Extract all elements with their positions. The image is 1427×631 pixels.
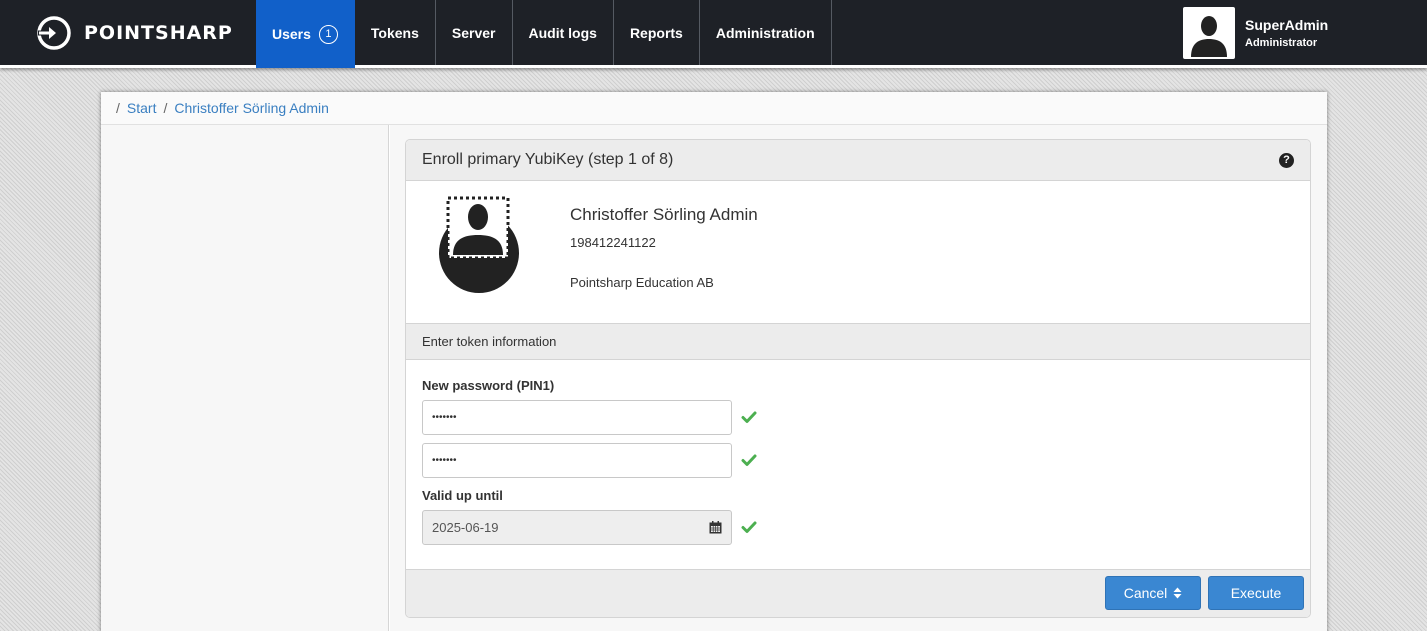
sort-arrows-icon [1173, 587, 1182, 599]
valid-until-date-input[interactable]: 2025-06-19 [422, 510, 732, 545]
person-id: 198412241122 [570, 235, 656, 250]
breadcrumb-separator: / [163, 100, 168, 116]
enroll-card: Enroll primary YubiKey (step 1 of 8) ? C… [405, 139, 1311, 618]
nav-administration[interactable]: Administration [700, 0, 832, 65]
execute-button-label: Execute [1230, 585, 1282, 601]
cancel-button[interactable]: Cancel [1105, 576, 1201, 610]
nav-tokens-label: Tokens [370, 24, 419, 41]
cancel-button-label: Cancel [1123, 585, 1168, 601]
nav-server[interactable]: Server [436, 0, 513, 65]
nav-reports-label: Reports [629, 24, 683, 41]
user-info: Christoffer Sörling Admin 198412241122 P… [406, 181, 1310, 323]
nav-audit-logs[interactable]: Audit logs [513, 0, 614, 65]
password-confirm-input[interactable]: ••••••• [422, 443, 732, 478]
avatar [1183, 7, 1235, 59]
card-footer: Cancel Execute [406, 569, 1310, 617]
user-name: SuperAdmin [1245, 17, 1329, 33]
main-nav: Users 1 Tokens Server Audit logs Reports… [256, 0, 832, 68]
person-name: Christoffer Sörling Admin [570, 205, 758, 224]
nav-tokens[interactable]: Tokens [355, 0, 436, 65]
execute-button[interactable]: Execute [1208, 576, 1304, 610]
top-navbar: POINTSHARP Users 1 Tokens Server Audit l… [0, 0, 1427, 68]
user-role: Administrator [1245, 37, 1318, 49]
user-silhouette-icon [1191, 16, 1227, 57]
section-header: Enter token information [406, 323, 1310, 360]
nav-audit-logs-label: Audit logs [528, 24, 597, 41]
nav-server-label: Server [451, 24, 496, 41]
valid-until-label: Valid up until [422, 488, 503, 503]
user-menu[interactable]: SuperAdmin Administrator [1183, 7, 1328, 59]
card-header: Enroll primary YubiKey (step 1 of 8) ? [406, 140, 1310, 181]
nav-users-badge: 1 [318, 24, 338, 44]
valid-check-icon [741, 411, 757, 423]
password-label: New password (PIN1) [422, 378, 555, 393]
password-input[interactable]: ••••••• [422, 400, 732, 435]
user-photo-placeholder-icon [439, 196, 519, 293]
brand-logo[interactable]: POINTSHARP [36, 16, 233, 50]
card-title: Enroll primary YubiKey (step 1 of 8) [422, 151, 674, 168]
brand-name: POINTSHARP [84, 22, 233, 44]
valid-check-icon [741, 454, 757, 466]
breadcrumb-start[interactable]: Start [127, 100, 157, 116]
calendar-icon[interactable] [709, 521, 722, 534]
breadcrumb: / Start / Christoffer Sörling Admin [101, 92, 1327, 125]
nav-reports[interactable]: Reports [614, 0, 700, 65]
pointsharp-logo-icon [37, 16, 71, 50]
main-panel: / Start / Christoffer Sörling Admin Enro… [101, 92, 1327, 631]
help-icon[interactable]: ? [1279, 152, 1294, 168]
nav-administration-label: Administration [715, 24, 815, 41]
sidebar [101, 125, 389, 631]
breadcrumb-user[interactable]: Christoffer Sörling Admin [174, 100, 329, 116]
nav-users[interactable]: Users 1 [256, 0, 355, 68]
section-title: Enter token information [422, 334, 557, 349]
nav-users-label: Users [272, 26, 311, 42]
valid-until-value: 2025-06-19 [432, 520, 499, 535]
valid-check-icon [741, 521, 757, 533]
content-area: Enroll primary YubiKey (step 1 of 8) ? C… [390, 125, 1327, 631]
token-form: New password (PIN1) ••••••• ••••••• Vali… [406, 360, 1310, 570]
breadcrumb-separator: / [116, 100, 120, 116]
person-organization: Pointsharp Education AB [570, 275, 714, 290]
